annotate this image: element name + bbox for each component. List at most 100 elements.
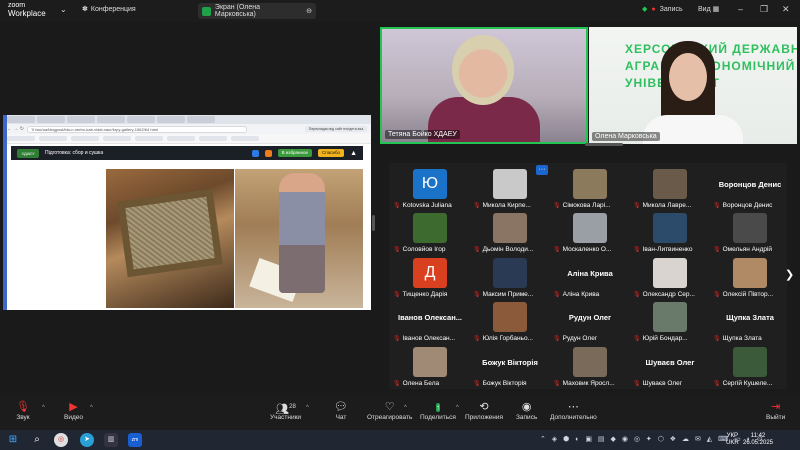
split-handle[interactable]: [372, 215, 375, 231]
chat-icon: 💬︎: [334, 401, 348, 413]
browser-address-row[interactable]: ← → ↻ ʼ0 bac/ua/blogpost/bia-n-nerbo-kab…: [3, 124, 371, 134]
share-screen-button[interactable]: ↑ Поделиться: [420, 400, 456, 421]
social-icon[interactable]: [251, 149, 259, 157]
participant-label: 🎙︎ Омельян Андрій: [713, 246, 789, 253]
people-icon: 👥︎28: [275, 403, 296, 416]
leave-button[interactable]: ⇥ Выйти: [766, 400, 785, 421]
participant-tile[interactable]: 🎙︎ Омельян Андрій: [711, 210, 789, 254]
participant-tile[interactable]: 🎙︎ Юрій Бондар...: [631, 299, 709, 343]
windows-start-icon[interactable]: ⊞: [6, 433, 20, 447]
apps-button[interactable]: ⟲ Приложения: [465, 400, 503, 421]
participant-tile[interactable]: Аліна Крива 🎙︎ Аліна Крива: [551, 255, 629, 299]
apps-icon: ⟲: [479, 401, 489, 413]
participant-tile[interactable]: Рудун Олег 🎙︎ Рудун Олег: [551, 299, 629, 343]
record-button[interactable]: ◉ Запись: [516, 400, 537, 421]
participant-tile[interactable]: 🎙︎ Сергій Кушеле...: [711, 344, 789, 388]
chrome-icon[interactable]: ◎: [54, 433, 68, 447]
participant-label: 🎙︎ Іван-Литвиненко: [633, 246, 709, 253]
participant-tile[interactable]: Божук Вікторія 🎙︎ Божук Вікторія: [471, 344, 549, 388]
sieve-frame-photo: [106, 169, 234, 308]
zoom-taskbar-icon[interactable]: zm: [128, 433, 142, 447]
share-arrow-icon: ↑: [435, 403, 440, 412]
gallery-divider[interactable]: [585, 143, 623, 146]
options-icon[interactable]: ⊖: [306, 7, 312, 15]
close-icon[interactable]: ✕: [782, 4, 790, 15]
social-vk-icon[interactable]: [239, 150, 246, 157]
social-ok-icon[interactable]: [264, 149, 272, 157]
gallery-more-button[interactable]: ···: [536, 165, 548, 175]
avatar: [413, 213, 447, 243]
record-indicator[interactable]: ◆ ● Запись: [642, 5, 683, 14]
audio-options-icon[interactable]: ^: [42, 405, 45, 411]
search-icon[interactable]: ⌕: [30, 433, 44, 447]
chevron-down-icon[interactable]: ⌄: [60, 5, 67, 14]
participant-display-name: Божук Вікторія: [482, 358, 538, 367]
next-page-icon[interactable]: ❯: [785, 268, 794, 281]
participant-name: Юрій Бондар...: [642, 335, 688, 342]
participant-tile[interactable]: 🎙︎ Олена Бела: [391, 344, 469, 388]
participant-tile[interactable]: 🎙︎ Олександр Сер...: [631, 255, 709, 299]
participant-tile[interactable]: Іванов Олексан... 🎙︎ Іванов Олексан...: [391, 299, 469, 343]
video-button[interactable]: ▶︎ Видео: [64, 400, 83, 421]
avatar: [653, 302, 687, 332]
video-name-label: Тетяна Бойко ХДАЕУ: [385, 130, 460, 139]
participant-tile[interactable]: 🎙︎ Сімокова Ларі...: [551, 166, 629, 210]
translate-badge[interactable]: Перекладач від сайт погіднти-вьз: [305, 126, 367, 132]
participant-tile[interactable]: 🎙︎ Олексій Півтор...: [711, 255, 789, 299]
participant-tile[interactable]: 🎙︎ Юлія Горбаньо...: [471, 299, 549, 343]
participant-name: Сергій Кушеле...: [722, 380, 773, 387]
participant-tile[interactable]: 🎙︎ Соловйов Ігор: [391, 210, 469, 254]
bookmarks-bar[interactable]: [3, 134, 371, 144]
browser-tabs[interactable]: [3, 115, 371, 124]
participant-tile[interactable]: Воронцов Денис 🎙︎ Воронцов Денис: [711, 166, 789, 210]
shared-screen[interactable]: ← → ↻ ʼ0 bac/ua/blogpost/bia-n-nerbo-kab…: [3, 115, 371, 310]
participant-tile[interactable]: 🎙︎ Дьомін Володи...: [471, 210, 549, 254]
favorites-button[interactable]: В избранное: [277, 149, 313, 157]
video-tile-speaker-2[interactable]: ХЕРСОНСЬКИЙ ДЕРЖАВНИЙ АГРАРНО-ЕКОНОМІЧНИ…: [589, 27, 797, 144]
language-indicator[interactable]: УКР UKR: [726, 433, 739, 447]
thanks-button[interactable]: Спасибо: [318, 149, 345, 157]
participant-tile[interactable]: Д 🎙︎ Тищенко Дарія: [391, 255, 469, 299]
view-button[interactable]: Вид ▦: [698, 5, 719, 13]
telegram-icon[interactable]: ➤: [80, 433, 94, 447]
participant-tile[interactable]: 🎙︎ Москаленко О...: [551, 210, 629, 254]
participants-options-icon[interactable]: ^: [306, 405, 309, 411]
participant-tile[interactable]: 🎙︎ Маховик Яросл...: [551, 344, 629, 388]
clock[interactable]: 11:42 26.05.2025: [742, 433, 774, 447]
avatar: Ю: [413, 169, 447, 199]
mic-muted-icon: 🎙︎: [633, 381, 641, 387]
react-options-icon[interactable]: ^: [404, 405, 407, 411]
address-field[interactable]: ʼ0 bac/ua/blogpost/bia-n-nerbo-kab-vidal…: [26, 125, 247, 133]
participant-tile[interactable]: 🎙︎ Микола Лавре...: [631, 166, 709, 210]
participant-label: 🎙︎ Тищенко Дарія: [393, 291, 469, 298]
mute-button[interactable]: 🎙︎ Звук: [16, 400, 30, 421]
participant-tile[interactable]: Щупка Злата 🎙︎ Щупка Злата: [711, 299, 789, 343]
nav-arrows-icon[interactable]: ← → ↻: [7, 126, 24, 132]
mic-muted-icon: 🎙︎: [473, 247, 481, 253]
participant-tile[interactable]: 🎙︎ Іван-Литвиненко: [631, 210, 709, 254]
site-logo[interactable]: ХДАЕУ: [17, 148, 39, 158]
mic-muted-icon: 🎙︎: [473, 336, 481, 342]
share-options-icon[interactable]: ^: [456, 405, 459, 411]
video-tile-speaker-1[interactable]: Тетяна Бойко ХДАЕУ: [380, 27, 588, 144]
participants-button[interactable]: 👥︎28 Участники: [270, 400, 301, 421]
arrow-up-icon[interactable]: ▲: [350, 150, 357, 157]
mic-muted-icon: 🎙︎: [553, 247, 561, 253]
file-explorer-icon[interactable]: ▥: [104, 433, 118, 447]
conference-info-button[interactable]: ✽ Конференция: [82, 5, 136, 14]
app-name-line1: zoom: [8, 2, 26, 9]
video-options-icon[interactable]: ^: [90, 405, 93, 411]
participant-gallery: Ю 🎙︎ Kotovska Juliana 🎙︎ Микола Кирпе... 🎙︎ Сі…: [389, 143, 789, 389]
shield-icon: ◆: [642, 6, 648, 13]
participant-label: 🎙︎ Олена Бела: [393, 380, 469, 387]
mic-muted-icon: 🎙︎: [473, 292, 481, 298]
maximize-icon[interactable]: ❐: [760, 4, 768, 15]
participant-name: Рудун Олег: [562, 335, 598, 342]
participant-tile[interactable]: Шуваєв Олег 🎙︎ Шуваєв Олег: [631, 344, 709, 388]
participant-tile[interactable]: Ю 🎙︎ Kotovska Juliana: [391, 166, 469, 210]
minimize-icon[interactable]: –: [738, 4, 743, 14]
more-button[interactable]: ⋯ Дополнительно: [550, 400, 597, 421]
screen-share-pill[interactable]: Экран (Олена Марковська) ⊖: [198, 3, 316, 19]
chat-button[interactable]: 💬︎ Чат: [334, 400, 348, 421]
participant-tile[interactable]: 🎙︎ Максим Приме...: [471, 255, 549, 299]
